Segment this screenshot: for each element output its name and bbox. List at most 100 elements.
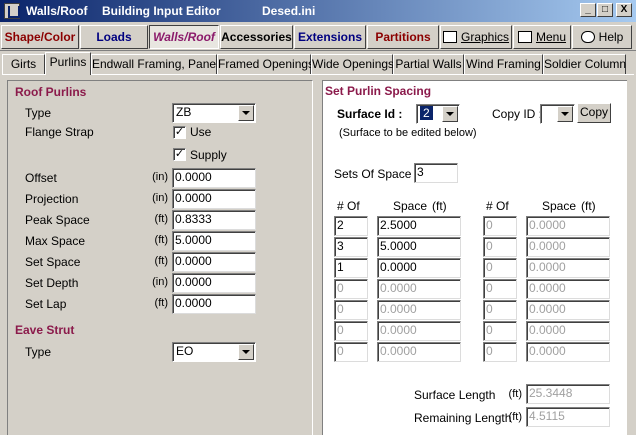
supply-checkbox[interactable]: ✓: [173, 148, 186, 161]
left-row-5-space: 0.0000: [377, 300, 461, 320]
peak-space-field[interactable]: 0.8333: [172, 210, 256, 230]
surface-id-select[interactable]: 2: [416, 104, 460, 124]
peak-space-unit: (ft): [154, 213, 168, 225]
extensions-button[interactable]: Extensions: [294, 25, 366, 49]
set-lap-unit: (ft): [154, 297, 168, 309]
set-space-field[interactable]: 0.0000: [172, 252, 256, 272]
purlin-type-select[interactable]: ZB: [172, 103, 256, 123]
chevron-down-icon[interactable]: [238, 344, 254, 360]
eave-type-select[interactable]: EO: [172, 342, 256, 362]
surface-length-unit: (ft): [508, 388, 522, 400]
tab-wind-framing[interactable]: Wind Framing: [464, 54, 543, 74]
tab-soldier-column[interactable]: Soldier Column: [543, 54, 626, 74]
left-row-2-space[interactable]: 5.0000: [377, 237, 461, 257]
left-row-3-space[interactable]: 0.0000: [377, 258, 461, 278]
left-unit-header: (ft): [432, 199, 447, 213]
right-unit-header: (ft): [581, 199, 596, 213]
minimize-button[interactable]: _: [580, 3, 596, 17]
help-label: Help: [598, 30, 624, 44]
shape-color-button[interactable]: Shape/Color: [1, 25, 79, 49]
offset-unit: (in): [152, 171, 168, 183]
max-space-unit: (ft): [154, 234, 168, 246]
remaining-length-field: 4.5115: [526, 407, 610, 427]
close-button[interactable]: X: [616, 3, 632, 17]
spacing-title: Set Purlin Spacing: [325, 84, 432, 98]
help-button[interactable]: Help: [572, 25, 632, 49]
surface-id-value: 2: [420, 106, 433, 120]
surface-length-label: Surface Length: [414, 388, 496, 402]
eave-type-label: Type: [25, 345, 52, 359]
right-row-1-space: 0.0000: [526, 216, 610, 236]
right-row-7-space: 0.0000: [526, 342, 610, 362]
left-row-1-space[interactable]: 2.5000: [377, 216, 461, 236]
right-row-5-of: 0: [483, 300, 517, 320]
title-app: Walls/Roof: [26, 4, 88, 18]
right-row-2-of: 0: [483, 237, 517, 257]
max-space-label: Max Space: [25, 234, 86, 248]
left-row-6-of: 0: [334, 321, 368, 341]
monitor-icon: [442, 31, 457, 43]
menu-button[interactable]: Menu: [513, 25, 571, 49]
sets-of-space-label: Sets Of Space :: [334, 167, 419, 181]
document-icon: [517, 31, 532, 43]
copy-id-select[interactable]: [540, 104, 575, 124]
purlin-type-value: ZB: [176, 105, 192, 119]
projection-unit: (in): [152, 192, 168, 204]
set-depth-field[interactable]: 0.0000: [172, 273, 256, 293]
tab-framed-openings[interactable]: Framed Openings: [217, 54, 314, 74]
left-row-2-of[interactable]: 3: [334, 237, 368, 257]
title-editor: Building Input Editor: [102, 4, 221, 18]
set-depth-label: Set Depth: [25, 276, 79, 290]
set-depth-unit: (in): [152, 276, 168, 288]
accessories-button[interactable]: Accessories: [220, 25, 293, 49]
partitions-button[interactable]: Partitions: [367, 25, 439, 49]
left-row-6-space: 0.0000: [377, 321, 461, 341]
chevron-down-icon[interactable]: [442, 106, 458, 122]
tab-endwall-framing[interactable]: Endwall Framing, Panels: [91, 54, 225, 74]
roof-purlins-title: Roof Purlins: [15, 85, 87, 99]
tab-purlins[interactable]: Purlins: [45, 52, 91, 75]
graphics-label: Graphics: [460, 30, 510, 44]
right-row-4-of: 0: [483, 279, 517, 299]
use-checkbox[interactable]: ✓: [173, 126, 186, 139]
graphics-button[interactable]: Graphics: [440, 25, 512, 49]
set-lap-label: Set Lap: [25, 297, 67, 311]
set-space-label: Set Space: [25, 255, 81, 269]
left-row-1-of[interactable]: 2: [334, 216, 368, 236]
flange-strap-label: Flange Strap: [25, 125, 94, 139]
right-row-1-of: 0: [483, 216, 517, 236]
loads-button[interactable]: Loads: [80, 25, 148, 49]
eave-strut-title: Eave Strut: [15, 323, 75, 337]
tab-partial-walls[interactable]: Partial Walls: [393, 54, 464, 74]
walls-roof-button[interactable]: Walls/Roof: [149, 25, 219, 49]
remaining-length-unit: (ft): [508, 411, 522, 423]
left-row-4-of: 0: [334, 279, 368, 299]
offset-field[interactable]: 0.0000: [172, 168, 256, 188]
set-lap-field[interactable]: 0.0000: [172, 294, 256, 314]
left-row-5-of: 0: [334, 300, 368, 320]
left-space-header: Space: [393, 199, 428, 213]
copy-button[interactable]: Copy: [577, 103, 611, 123]
eave-type-value: EO: [176, 344, 194, 358]
left-row-3-of[interactable]: 1: [334, 258, 368, 278]
right-row-5-space: 0.0000: [526, 300, 610, 320]
max-space-field[interactable]: 5.0000: [172, 231, 256, 251]
tab-girts[interactable]: Girts: [2, 54, 45, 74]
right-row-3-space: 0.0000: [526, 258, 610, 278]
chevron-down-icon[interactable]: [238, 105, 254, 121]
right-row-6-space: 0.0000: [526, 321, 610, 341]
menu-label: Menu: [535, 30, 567, 44]
copy-id-label: Copy ID :: [492, 107, 543, 121]
right-row-2-space: 0.0000: [526, 237, 610, 257]
chevron-down-icon[interactable]: [557, 106, 573, 122]
surface-length-field: 25.3448: [526, 384, 610, 404]
sets-of-space-field[interactable]: 3: [414, 163, 458, 183]
right-space-header: Space: [542, 199, 577, 213]
projection-field[interactable]: 0.0000: [172, 189, 256, 209]
surface-note: (Surface to be edited below): [339, 127, 477, 139]
peak-space-label: Peak Space: [25, 213, 90, 227]
offset-label: Offset: [25, 171, 57, 185]
left-row-7-of: 0: [334, 342, 368, 362]
tab-wide-openings[interactable]: Wide Openings: [311, 54, 394, 74]
maximize-button[interactable]: □: [597, 3, 613, 17]
